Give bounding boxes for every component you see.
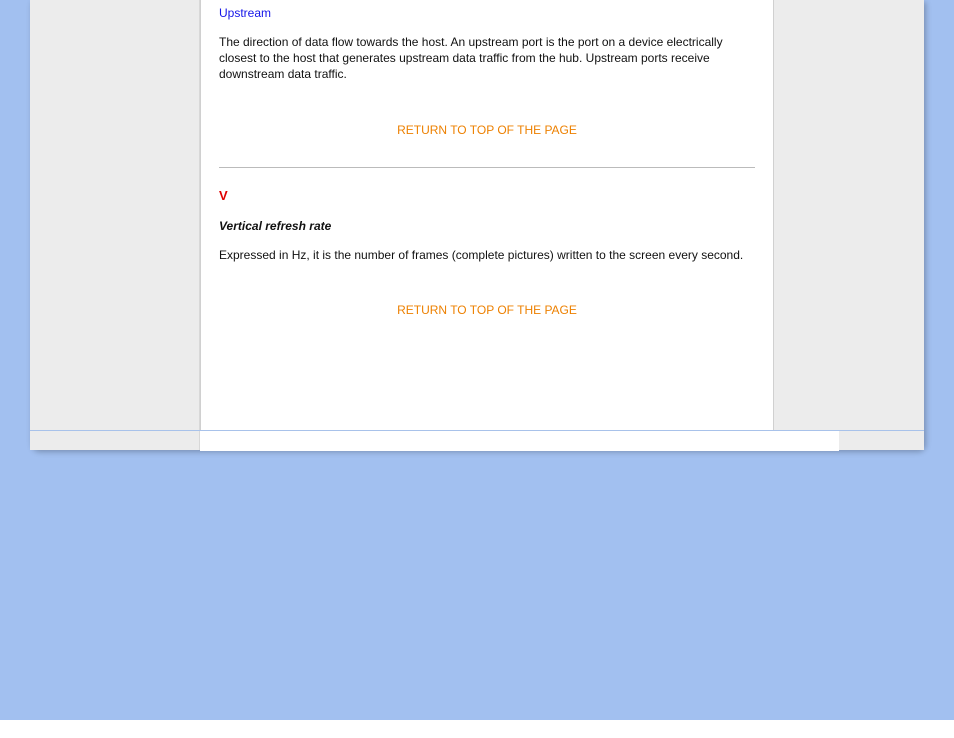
section-letter-v: V: [219, 188, 755, 203]
page-container: Upstream The direction of data flow towa…: [30, 0, 924, 450]
outer-frame: Upstream The direction of data flow towa…: [0, 0, 954, 720]
footer-white: [200, 431, 839, 451]
term-desc-vertical-refresh: Expressed in Hz, it is the number of fra…: [219, 247, 755, 263]
return-to-top-link-1[interactable]: RETURN TO TOP OF THE PAGE: [219, 123, 755, 137]
term-title-vertical-refresh: Vertical refresh rate: [219, 219, 755, 233]
return-to-top-link-2[interactable]: RETURN TO TOP OF THE PAGE: [219, 303, 755, 317]
section-divider: [219, 167, 755, 168]
left-sidebar: [30, 0, 200, 450]
content-column: Upstream The direction of data flow towa…: [200, 0, 774, 450]
term-desc-upstream: The direction of data flow towards the h…: [219, 34, 755, 83]
footer-strip: [30, 430, 924, 450]
term-title-upstream: Upstream: [219, 6, 755, 20]
right-sidebar: [774, 0, 924, 450]
